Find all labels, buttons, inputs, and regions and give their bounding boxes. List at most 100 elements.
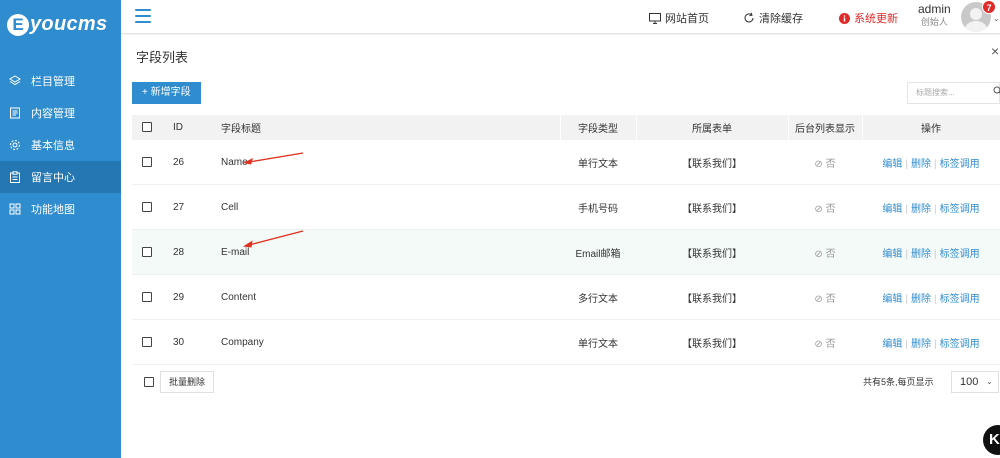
menu-toggle-icon[interactable] — [135, 9, 151, 23]
delete-link[interactable]: 删除 — [911, 249, 931, 260]
row-checkbox[interactable] — [132, 336, 162, 348]
table-footer: 批量删除 共有5条,每页显示 100 ⌄ — [132, 371, 1000, 393]
add-field-button[interactable]: + 新增字段 — [132, 82, 201, 104]
sidebar-item-label: 内容管理 — [31, 108, 75, 120]
row-type: 单行文本 — [578, 338, 618, 350]
layers-icon — [9, 75, 21, 87]
row-title: Company — [221, 336, 264, 348]
row-form: 【联系我们】 — [682, 338, 742, 350]
clear-cache-link[interactable]: 清除缓存 — [743, 10, 803, 26]
row-checkbox[interactable] — [132, 291, 162, 303]
notification-badge[interactable]: 7 — [982, 0, 996, 14]
row-form: 【联系我们】 — [682, 248, 742, 260]
user-role: 创始人 — [920, 17, 948, 27]
pager-summary: 共有5条,每页显示 — [863, 377, 934, 387]
row-checkbox[interactable] — [132, 156, 162, 168]
row-checkbox[interactable] — [132, 246, 162, 258]
row-id: 26 — [173, 156, 185, 168]
row-actions: 编辑 | 删除 | 标签调用 — [882, 293, 980, 305]
row-show-status: ⊘ 否 — [814, 203, 836, 215]
site-home-link[interactable]: 网站首页 — [649, 10, 709, 26]
chevron-down-icon[interactable]: ⌄ — [993, 14, 1000, 23]
column-header-ops: 操作 — [921, 124, 941, 135]
field-list-panel: 字段列表 × + 新增字段 标题搜索... ID 字段标题 字段类型 所属表单 … — [121, 35, 1000, 458]
sidebar-item-content-manage[interactable]: 内容管理 — [0, 97, 121, 129]
bulk-delete-button[interactable]: 批量删除 — [160, 371, 215, 393]
refresh-icon — [744, 12, 754, 23]
row-checkbox[interactable] — [132, 201, 162, 213]
delete-link[interactable]: 删除 — [911, 159, 931, 170]
sidebar-item-label: 基本信息 — [31, 140, 75, 152]
column-header-title: 字段标题 — [221, 124, 261, 135]
row-actions: 编辑 | 删除 | 标签调用 — [882, 158, 980, 170]
sidebar-item-function-map[interactable]: 功能地图 — [0, 193, 121, 225]
user-name: admin — [918, 2, 951, 16]
logo-mark: E — [7, 13, 29, 36]
row-show-status: ⊘ 否 — [814, 248, 836, 260]
row-form: 【联系我们】 — [682, 203, 742, 215]
row-type: 多行文本 — [578, 293, 618, 305]
row-type: 手机号码 — [578, 203, 618, 215]
page-title: 字段列表 — [136, 50, 189, 65]
footer-select-all-checkbox[interactable] — [144, 377, 154, 387]
chevron-down-icon: ⌄ — [986, 377, 993, 386]
edit-link[interactable]: 编辑 — [882, 204, 902, 215]
user-info[interactable]: admin 创始人 — [918, 2, 951, 28]
table-header: ID 字段标题 字段类型 所属表单 后台列表显示 操作 — [132, 115, 1000, 140]
tag-call-link[interactable]: 标签调用 — [940, 294, 980, 305]
edit-link[interactable]: 编辑 — [882, 294, 902, 305]
sidebar-item-label: 留言中心 — [31, 172, 75, 184]
annotation-arrow — [243, 152, 304, 165]
system-update-label: 系统更新 — [854, 13, 898, 25]
close-icon[interactable]: × — [991, 43, 999, 59]
table-row: 27 Cell 手机号码 【联系我们】 ⊘ 否 编辑 | 删除 | 标签调用 — [132, 185, 1000, 230]
document-icon — [9, 107, 21, 119]
search-icon[interactable] — [993, 86, 1000, 96]
tag-call-link[interactable]: 标签调用 — [940, 339, 980, 350]
system-update-link[interactable]: 系统更新 — [839, 10, 898, 26]
sidebar-item-column-manage[interactable]: 栏目管理 — [0, 65, 121, 97]
edit-link[interactable]: 编辑 — [882, 339, 902, 350]
grid-icon — [9, 203, 21, 215]
row-actions: 编辑 | 删除 | 标签调用 — [882, 248, 980, 260]
edit-link[interactable]: 编辑 — [882, 249, 902, 260]
select-all-checkbox[interactable] — [132, 122, 162, 133]
row-id: 27 — [173, 201, 185, 213]
row-title: Content — [221, 291, 257, 303]
row-show-status: ⊘ 否 — [814, 293, 836, 305]
column-header-show: 后台列表显示 — [795, 124, 855, 135]
edit-link[interactable]: 编辑 — [882, 159, 902, 170]
search-input[interactable]: 标题搜索... — [907, 82, 1000, 104]
row-type: Email邮箱 — [575, 248, 621, 260]
table-row: 30 Company 单行文本 【联系我们】 ⊘ 否 编辑 | 删除 | 标签调用 — [132, 320, 1000, 365]
gear-icon — [9, 139, 21, 151]
row-form: 【联系我们】 — [682, 293, 742, 305]
info-icon — [839, 12, 850, 24]
sidebar-item-basic-info[interactable]: 基本信息 — [0, 129, 121, 161]
row-show-status: ⊘ 否 — [814, 158, 836, 170]
row-title: Cell — [221, 201, 239, 213]
logo-text: youcms — [30, 13, 108, 35]
row-show-status: ⊘ 否 — [814, 338, 836, 350]
annotation-arrow — [243, 230, 304, 248]
row-id: 28 — [173, 246, 185, 258]
clear-cache-label: 清除缓存 — [759, 13, 803, 25]
tag-call-link[interactable]: 标签调用 — [940, 249, 980, 260]
sidebar-item-message-center[interactable]: 留言中心 — [0, 161, 121, 193]
column-header-type: 字段类型 — [578, 124, 618, 135]
clipboard-icon — [9, 171, 21, 183]
delete-link[interactable]: 删除 — [911, 339, 931, 350]
sidebar-nav: 栏目管理 内容管理 基本信息 留言中心 功能地图 — [0, 65, 121, 225]
sidebar-item-label: 栏目管理 — [31, 76, 75, 88]
tag-call-link[interactable]: 标签调用 — [940, 159, 980, 170]
delete-link[interactable]: 删除 — [911, 294, 931, 305]
row-actions: 编辑 | 删除 | 标签调用 — [882, 338, 980, 350]
row-id: 29 — [173, 291, 185, 303]
delete-link[interactable]: 删除 — [911, 204, 931, 215]
row-actions: 编辑 | 删除 | 标签调用 — [882, 203, 980, 215]
monitor-icon — [649, 12, 661, 24]
logo[interactable]: E youcms — [7, 13, 107, 36]
column-header-form: 所属表单 — [692, 124, 732, 135]
tag-call-link[interactable]: 标签调用 — [940, 204, 980, 215]
sidebar: E youcms 栏目管理 内容管理 基本信息 留言中心 功能地图 — [0, 0, 121, 458]
